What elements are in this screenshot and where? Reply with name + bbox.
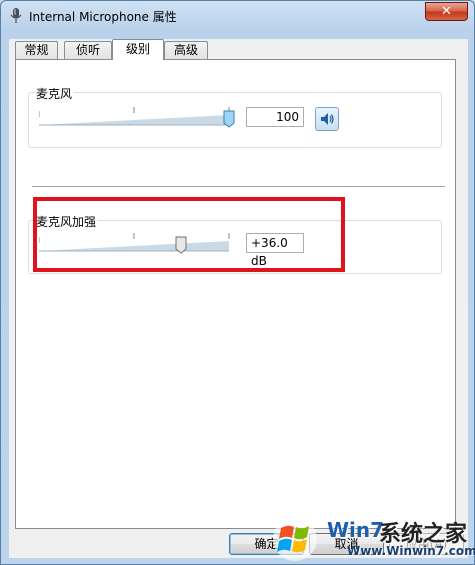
watermark-brand: Win7 <box>327 518 385 542</box>
tab-strip: 常规 侦听 级别 高级 <box>15 39 455 61</box>
dialog-client: 常规 侦听 级别 高级 麦克风 100 麦克风加强 +36.0 dB 确定 取消… <box>9 39 468 558</box>
tab-advanced[interactable]: 高级 <box>164 41 208 59</box>
mute-toggle-button[interactable] <box>315 107 339 131</box>
section-divider <box>32 186 445 188</box>
close-icon: ✕ <box>441 4 452 19</box>
watermark-url: Www.Winwin7.com <box>347 544 475 558</box>
tab-listen[interactable]: 侦听 <box>64 41 112 59</box>
tab-levels[interactable]: 级别 <box>112 39 164 60</box>
window-title: Internal Microphone 属性 <box>29 10 177 24</box>
microphone-label: 麦克风 <box>34 85 75 102</box>
microphone-slider[interactable] <box>39 103 239 129</box>
watermark: Win7 系统之家 Www.Winwin7.com <box>269 514 475 564</box>
tab-general[interactable]: 常规 <box>15 41 58 59</box>
microphone-icon <box>10 8 22 23</box>
levels-panel: 麦克风 100 麦克风加强 +36.0 dB <box>15 59 456 529</box>
close-button[interactable]: ✕ <box>425 2 468 21</box>
windows-logo-icon <box>273 517 317 561</box>
microphone-level-input[interactable]: 100 <box>246 107 304 127</box>
microphone-slider-thumb[interactable] <box>223 110 235 128</box>
microphone-group: 麦克风 100 <box>28 85 442 148</box>
properties-window: Internal Microphone 属性 ✕ 常规 侦听 级别 高级 麦克风 <box>0 0 475 565</box>
title-bar[interactable]: Internal Microphone 属性 ✕ <box>1 1 474 31</box>
speaker-icon <box>321 113 334 125</box>
highlight-annotation-box <box>33 197 345 272</box>
